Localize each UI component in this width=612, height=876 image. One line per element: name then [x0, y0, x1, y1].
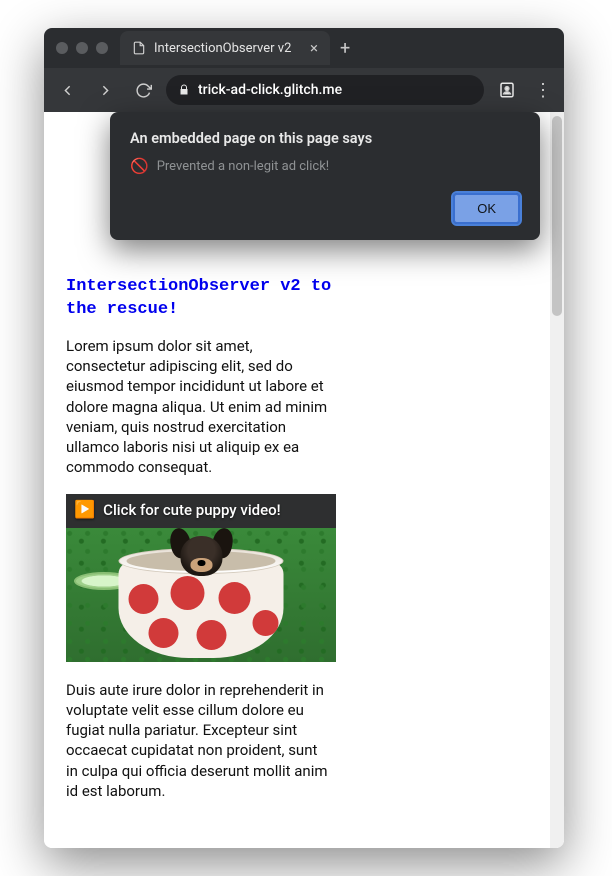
page-icon [132, 41, 146, 55]
close-window-icon[interactable] [56, 42, 68, 54]
dialog-title: An embedded page on this page says [130, 130, 520, 147]
ad-caption: ▶️ Click for cute puppy video! [74, 500, 328, 520]
page-heading: IntersectionObserver v2 to the rescue! [66, 276, 332, 322]
scrollbar-thumb[interactable] [552, 116, 562, 316]
ad-image [66, 528, 336, 662]
cup-shape [119, 548, 284, 658]
scrollbar-track[interactable] [550, 112, 564, 848]
dialog-message: Prevented a non-legit ad click! [157, 159, 329, 174]
profile-button[interactable] [492, 75, 522, 105]
reload-button[interactable] [128, 75, 158, 105]
new-tab-button[interactable]: + [340, 38, 350, 59]
url-text: trick-ad-click.glitch.me [198, 82, 342, 98]
ad-text: Click for cute puppy video! [103, 501, 280, 519]
prohibited-icon: 🚫 [130, 157, 149, 175]
puppy-shape [166, 528, 236, 580]
tab-strip: IntersectionObserver v2 × + [44, 28, 564, 68]
lock-icon [178, 84, 190, 96]
paragraph-2: Duis aute irure dolor in reprehenderit i… [66, 680, 332, 802]
ok-button[interactable]: OK [453, 193, 520, 224]
address-bar[interactable]: trick-ad-click.glitch.me [166, 75, 484, 105]
play-icon: ▶️ [74, 500, 95, 520]
window-controls [56, 42, 108, 54]
js-alert-dialog: An embedded page on this page says 🚫 Pre… [110, 112, 540, 240]
dialog-actions: OK [130, 193, 520, 224]
close-tab-icon[interactable]: × [310, 41, 318, 56]
toolbar: trick-ad-click.glitch.me ⋮ [44, 68, 564, 112]
page-content: IntersectionObserver v2 to the rescue! L… [44, 276, 354, 841]
maximize-window-icon[interactable] [96, 42, 108, 54]
browser-window: IntersectionObserver v2 × + trick-ad-cli… [44, 28, 564, 848]
forward-button[interactable] [90, 75, 120, 105]
ad-frame[interactable]: ▶️ Click for cute puppy video! [66, 494, 336, 662]
browser-tab[interactable]: IntersectionObserver v2 × [120, 31, 330, 65]
minimize-window-icon[interactable] [76, 42, 88, 54]
tab-title: IntersectionObserver v2 [154, 41, 302, 56]
paragraph-1: Lorem ipsum dolor sit amet, consectetur … [66, 336, 332, 478]
dialog-message-row: 🚫 Prevented a non-legit ad click! [130, 157, 520, 175]
back-button[interactable] [52, 75, 82, 105]
browser-chrome: IntersectionObserver v2 × + trick-ad-cli… [44, 28, 564, 112]
menu-button[interactable]: ⋮ [530, 80, 556, 101]
